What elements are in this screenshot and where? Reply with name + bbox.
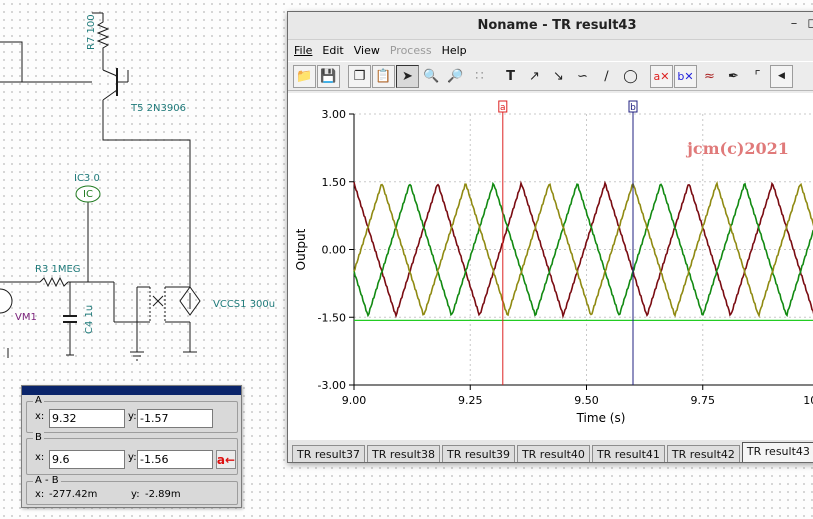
r7-resistor xyxy=(96,13,110,60)
cursor-b-y-field[interactable]: -1.56 xyxy=(137,450,213,469)
vm1-label: VM1 xyxy=(15,312,37,323)
watermark-text: jcm(c)2021 xyxy=(685,139,789,158)
cursor-b-group: B x: 9.6 y: -1.56 a← xyxy=(26,432,238,475)
wire xyxy=(0,41,23,83)
line-cursor-icon[interactable]: ↗ xyxy=(523,65,546,88)
open-folder-icon[interactable]: 📁 xyxy=(293,64,316,88)
menu-file[interactable]: File xyxy=(294,44,312,57)
y-tick-label: 0.00 xyxy=(322,244,347,257)
y-axis-title: Output xyxy=(294,228,308,270)
slope-cursor-icon[interactable]: ↘ xyxy=(547,65,570,88)
step-icon[interactable]: ⌜ xyxy=(746,65,769,88)
cursor-b-marker-label: b xyxy=(630,103,636,113)
cursor-a-x-label: x: xyxy=(35,411,45,422)
menu-process: Process xyxy=(389,44,432,57)
x-tick-label: 9.75 xyxy=(691,394,716,407)
tab-tr-result41[interactable]: TR result41 xyxy=(591,445,665,462)
menu-view[interactable]: View xyxy=(354,44,380,57)
tab-tr-result37[interactable]: TR result37 xyxy=(292,445,365,462)
cursor-a-icon[interactable]: a✕ xyxy=(650,64,673,88)
ic3-label: IC3 0 xyxy=(74,173,100,184)
paste-icon[interactable]: 📋 xyxy=(372,64,395,88)
x-tick-label: 9.00 xyxy=(342,394,367,407)
t5-collector xyxy=(102,89,118,101)
diff-y-label: y: xyxy=(131,489,140,500)
tab-tr-result39[interactable]: TR result39 xyxy=(441,445,515,462)
y-tick-label: -3.00 xyxy=(318,379,346,392)
diff-x-label: x: xyxy=(35,489,45,500)
t5-label: T5 2N3906 xyxy=(130,103,186,114)
x-tick-label: 9.50 xyxy=(574,394,599,407)
scroll-left-icon[interactable]: ◀ xyxy=(770,64,793,88)
ellipse-icon[interactable]: ◯ xyxy=(619,65,642,88)
plot-area[interactable]: 3.00 1.50 0.00 -1.50 -3.00 9.00 9.25 9.50 9.75 10… xyxy=(288,93,813,440)
grid-icon[interactable]: ∷ xyxy=(468,65,491,88)
y-tick-label: 3.00 xyxy=(322,108,347,121)
y-tick-label: -1.50 xyxy=(318,311,346,324)
cursor-a-y-label: y: xyxy=(128,411,137,422)
cursor-b-heading: B xyxy=(33,432,44,443)
toolbar: 📁 💾 ❐ 📋 ➤ 🔍 🔎 ∷ T ↗ ↘ ∽ ∕ ◯ a✕ b✕ ≈ ✒ ⌜ … xyxy=(288,61,813,91)
transient-chart[interactable]: 3.00 1.50 0.00 -1.50 -3.00 9.00 9.25 9.50 9.75 10… xyxy=(288,93,813,440)
curve-icon[interactable]: ∽ xyxy=(571,65,594,88)
window-titlebar[interactable]: Noname - TR result43 – ◻ xyxy=(288,12,813,40)
menu-edit[interactable]: Edit xyxy=(322,44,343,57)
cursor-b-x-field[interactable]: 9.6 xyxy=(49,450,125,469)
text-tool-icon[interactable]: T xyxy=(499,65,522,88)
cursor-b-icon[interactable]: b✕ xyxy=(674,64,697,88)
menu-help[interactable]: Help xyxy=(442,44,467,57)
wave-colors-icon[interactable]: ≈ xyxy=(698,65,721,88)
save-icon[interactable]: 💾 xyxy=(317,64,340,88)
zoom-in-icon[interactable]: 🔍 xyxy=(420,65,443,88)
maximize-icon[interactable]: ◻ xyxy=(807,16,813,31)
c4-label: C4 1u xyxy=(84,305,95,334)
panel-titlebar[interactable] xyxy=(22,386,241,395)
diff-y-value: -2.89m xyxy=(145,489,181,500)
vm1-meter xyxy=(0,288,13,314)
cursor-readout-panel: A x: 9.32 y: -1.57 B x: 9.6 y: -1.56 a← … xyxy=(21,385,242,508)
wire xyxy=(102,100,191,287)
y-tick-label: 1.50 xyxy=(322,176,347,189)
r7-label: R7 100 xyxy=(86,14,97,50)
cursor-a-marker-label: a xyxy=(500,103,506,113)
set-cursor-a-button[interactable]: a← xyxy=(216,450,236,469)
cursor-b-y-label: y: xyxy=(128,452,137,463)
cursor-b-x-label: x: xyxy=(35,452,45,463)
tr-result-window: Noname - TR result43 – ◻ File Edit View … xyxy=(287,11,813,463)
cursor-diff-group: A - B x: -277.42m y: -2.89m xyxy=(26,475,238,505)
zoom-100-icon[interactable]: 🔎 xyxy=(444,65,467,88)
vccs1-label: VCCS1 300u xyxy=(213,299,275,310)
cursor-a-heading: A xyxy=(33,395,44,406)
ic3-symbol: IC xyxy=(83,189,93,200)
cursor-a-group: A x: 9.32 y: -1.57 xyxy=(26,395,238,433)
line-icon[interactable]: ∕ xyxy=(595,65,618,88)
copy-icon[interactable]: ❐ xyxy=(348,64,371,88)
t5-emitter xyxy=(102,69,118,77)
x-axis-title: Time (s) xyxy=(576,411,626,425)
menu-bar: File Edit View Process Help xyxy=(288,40,813,61)
x-tick-label: 10.00 xyxy=(803,394,813,407)
cursor-a-y-field[interactable]: -1.57 xyxy=(137,409,213,428)
minimize-icon[interactable]: – xyxy=(791,16,798,31)
tab-tr-result40[interactable]: TR result40 xyxy=(516,445,590,462)
r3-resistor xyxy=(39,276,69,288)
tab-tr-result43[interactable]: TR result43 xyxy=(741,442,813,462)
pointer-icon[interactable]: ➤ xyxy=(396,64,419,88)
x-tick-label: 9.25 xyxy=(458,394,483,407)
cursor-a-x-field[interactable]: 9.32 xyxy=(49,409,125,428)
probe-icon[interactable]: ✒ xyxy=(722,65,745,88)
r3-label: R3 1MEG xyxy=(35,264,81,275)
window-title: Noname - TR result43 xyxy=(477,18,637,33)
diff-x-value: -277.42m xyxy=(49,489,98,500)
tab-tr-result42[interactable]: TR result42 xyxy=(666,445,740,462)
result-tabs: TR result37 TR result38 TR result39 TR resu… xyxy=(288,440,813,462)
tab-tr-result38[interactable]: TR result38 xyxy=(366,445,440,462)
cursor-diff-heading: A - B xyxy=(33,475,61,486)
schematic-canvas: IC R7 100 T5 2N3906 IC3 0 R3 1MEG C4 1u … xyxy=(0,12,275,361)
